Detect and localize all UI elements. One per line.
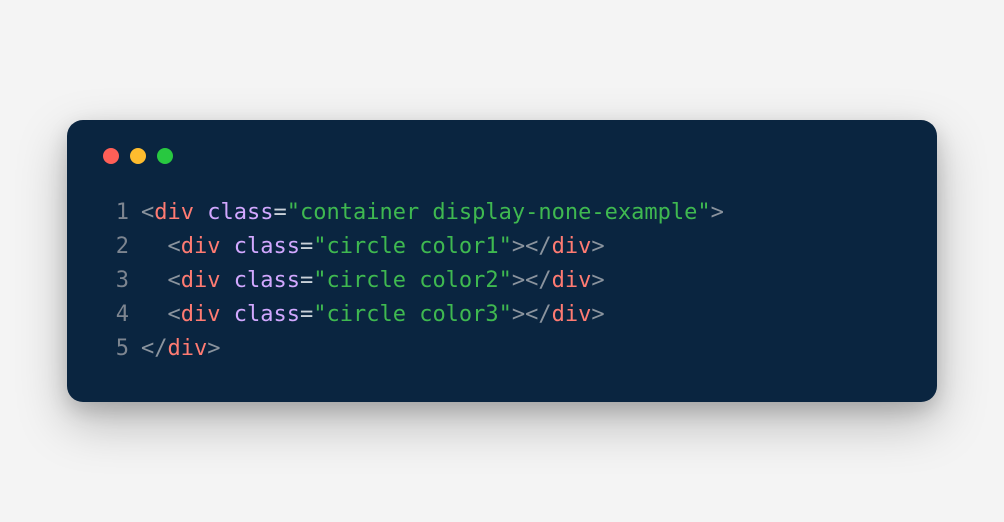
code-window: 1 <div class="container display-none-exam… <box>67 120 937 402</box>
line-number: 4 <box>99 298 129 332</box>
code-block: 1 <div class="container display-none-exam… <box>99 196 905 366</box>
line-content: <div class="container display-none-examp… <box>141 196 724 230</box>
code-line: 1 <div class="container display-none-exam… <box>99 196 905 230</box>
line-content: <div class="circle color2"></div> <box>141 264 605 298</box>
minimize-icon[interactable] <box>130 148 146 164</box>
line-number: 1 <box>99 196 129 230</box>
code-line: 2 <div class="circle color1"></div> <box>99 230 905 264</box>
code-line: 3 <div class="circle color2"></div> <box>99 264 905 298</box>
traffic-lights <box>103 148 905 164</box>
close-icon[interactable] <box>103 148 119 164</box>
code-line: 4 <div class="circle color3"></div> <box>99 298 905 332</box>
line-content: <div class="circle color3"></div> <box>141 298 605 332</box>
code-line: 5 </div> <box>99 332 905 366</box>
line-number: 2 <box>99 230 129 264</box>
maximize-icon[interactable] <box>157 148 173 164</box>
line-number: 3 <box>99 264 129 298</box>
line-content: </div> <box>141 332 221 366</box>
line-content: <div class="circle color1"></div> <box>141 230 605 264</box>
line-number: 5 <box>99 332 129 366</box>
